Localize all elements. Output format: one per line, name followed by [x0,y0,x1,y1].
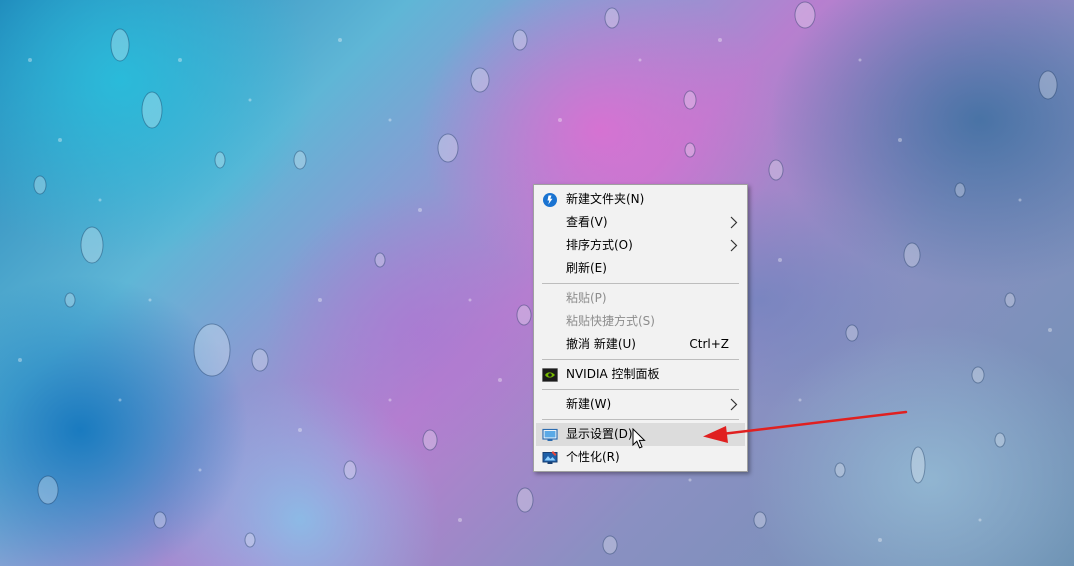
annotation-arrow [703,410,908,443]
